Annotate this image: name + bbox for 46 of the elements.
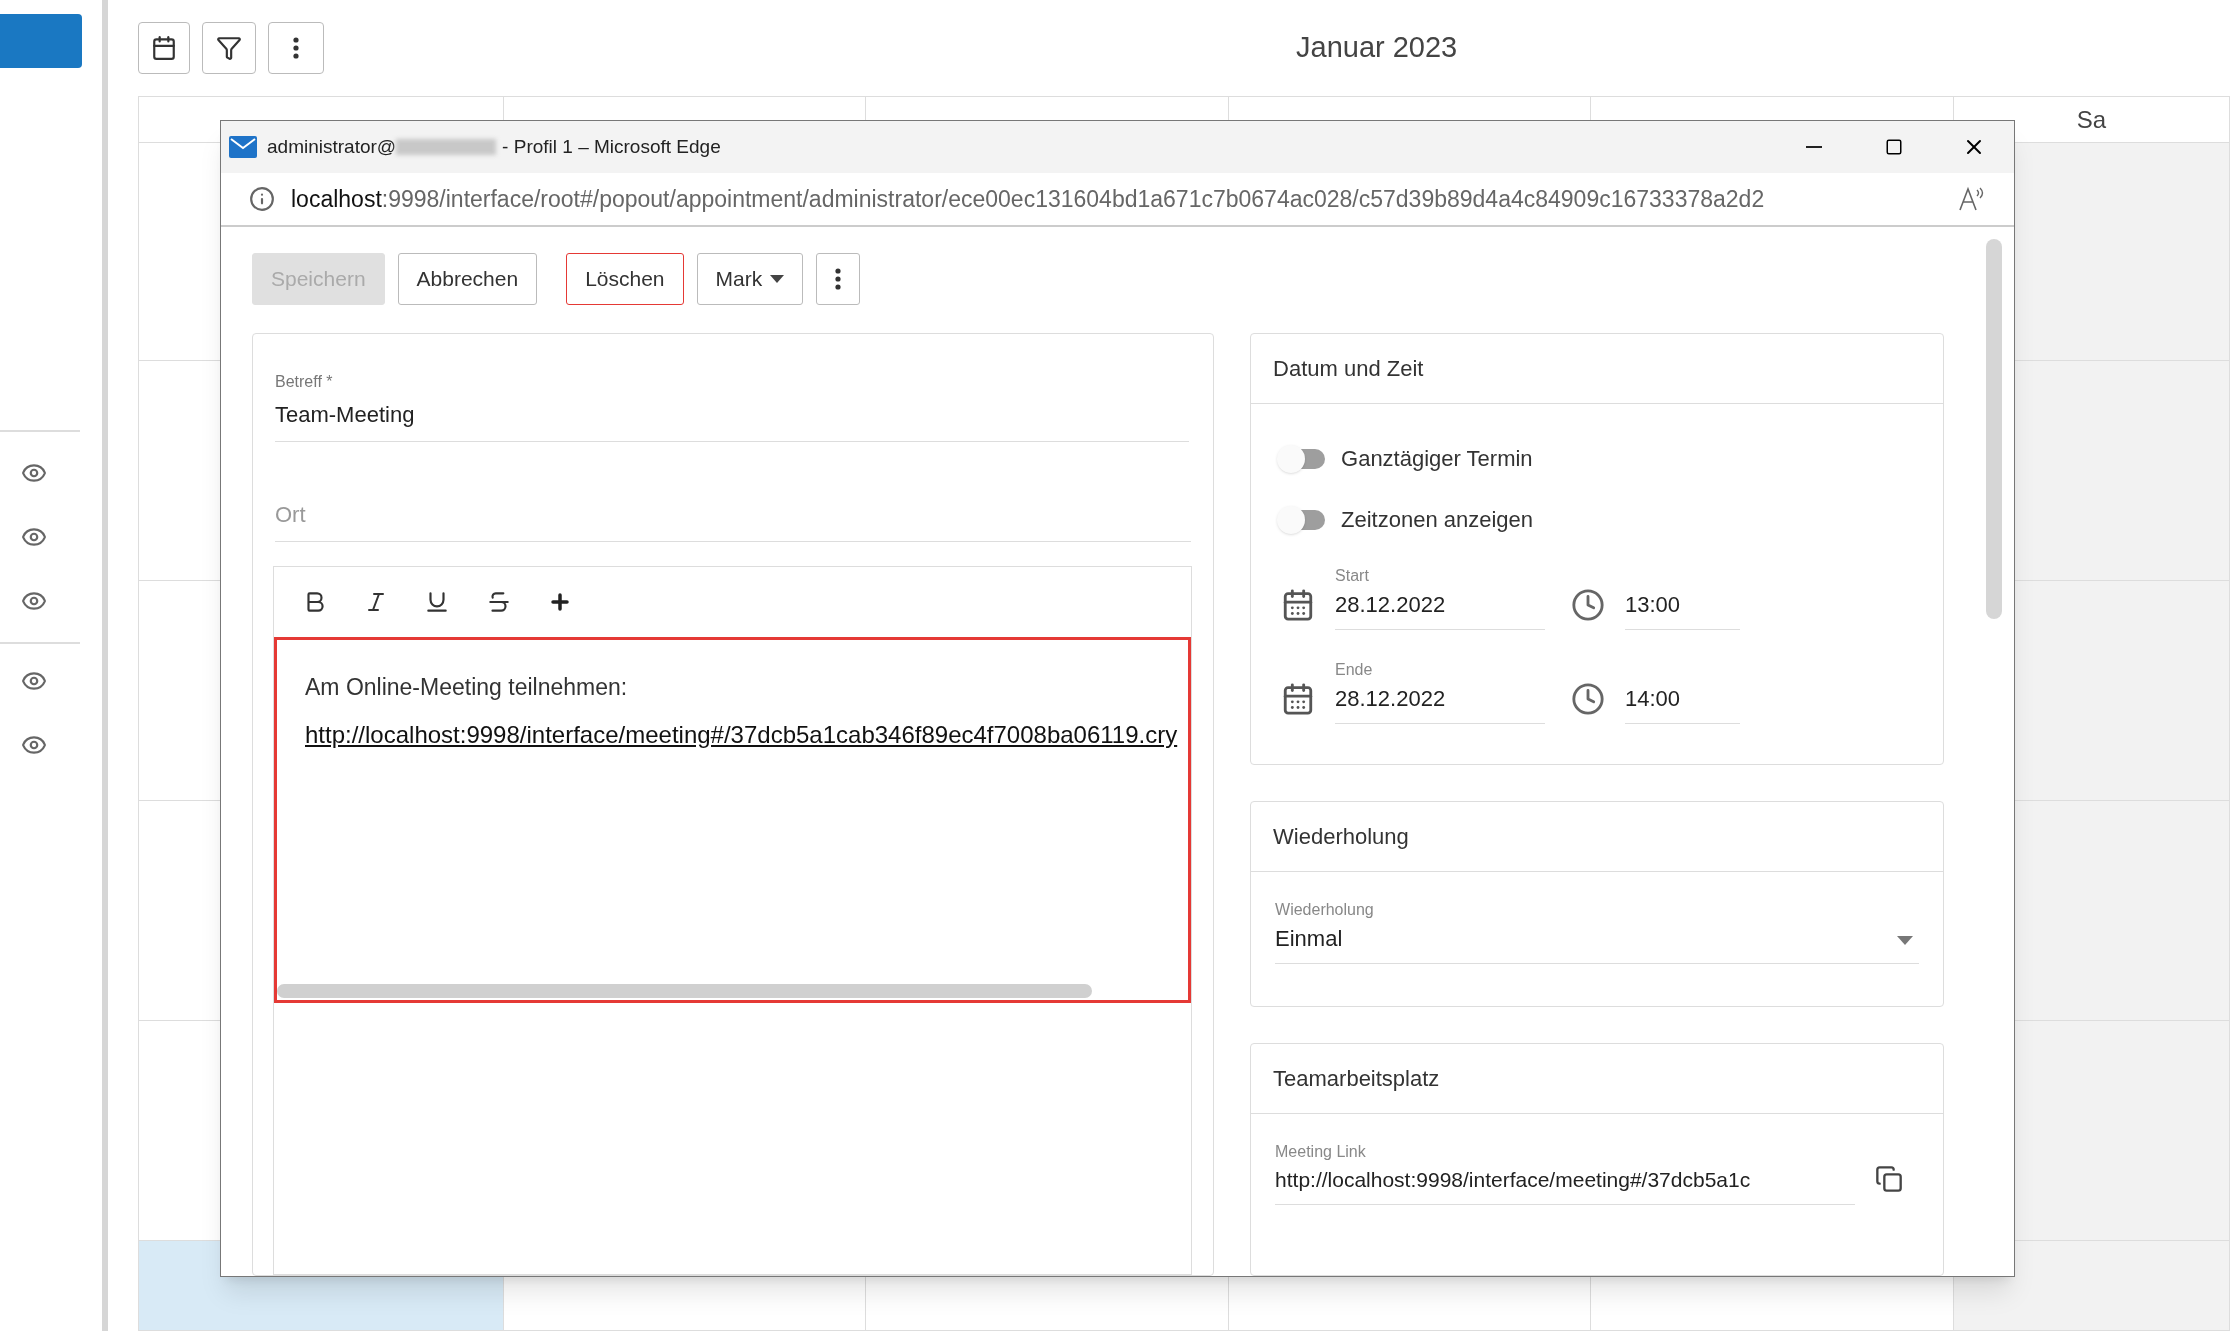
card-title: Wiederholung xyxy=(1273,823,1409,851)
read-aloud-icon[interactable] xyxy=(1958,186,1986,212)
window-title: - Profil 1 – Microsoft Edge xyxy=(502,134,721,159)
underline-icon[interactable] xyxy=(424,589,450,615)
month-title: Januar 2023 xyxy=(1296,30,1458,66)
info-icon[interactable] xyxy=(249,186,275,212)
strikethrough-icon[interactable] xyxy=(486,589,512,615)
meeting-link-field[interactable]: Meeting Link http://localhost:9998/interface/meeting#/37dcb5a1c xyxy=(1275,1140,1856,1205)
meeting-link[interactable]: http://localhost:9998/interface/meeting#/37dcb5a1cab346f89ec4f7008ba06119.cry xyxy=(305,716,1189,753)
mail-icon xyxy=(229,136,257,158)
editor-area[interactable]: Am Online-Meeting teilnehmen: http://localhost:9998/interface/meeting#/37dcb5a1cab346f89ec4f7008ba06119.cry xyxy=(274,637,1192,1003)
scrollbar[interactable] xyxy=(277,984,1092,998)
window-title: administrator@ xyxy=(267,134,397,159)
card-title: Datum und Zeit xyxy=(1273,355,1424,383)
editor-text: Am Online-Meeting teilnehmen: xyxy=(305,673,629,702)
more-button[interactable] xyxy=(816,253,861,305)
plus-icon[interactable] xyxy=(548,590,572,614)
filter-button[interactable] xyxy=(202,22,256,74)
recurrence-select[interactable]: Wiederholung Einmal xyxy=(1275,898,1919,964)
more-icon xyxy=(835,268,842,290)
date-field[interactable]: Start 28.12.2022 xyxy=(1335,564,1546,630)
calendar-cell[interactable] xyxy=(1954,1241,2230,1331)
toggle-label: Ganztägiger Termin xyxy=(1341,445,1533,473)
clock-icon[interactable] xyxy=(1571,682,1606,716)
filter-icon xyxy=(216,35,242,61)
copy-icon[interactable] xyxy=(1875,1164,1904,1193)
caret-icon xyxy=(1897,936,1913,945)
day-header: Sa xyxy=(2076,104,2107,135)
card-title: Teamarbeitsplatz xyxy=(1273,1065,1440,1093)
more-icon xyxy=(293,37,299,59)
date-field[interactable]: Ende 28.12.2022 xyxy=(1335,658,1546,724)
time-field[interactable]: 13:00 xyxy=(1625,588,1741,630)
scrollbar[interactable] xyxy=(1986,239,2002,619)
minimize-icon xyxy=(1806,146,1822,148)
maximize-icon xyxy=(1885,138,1903,156)
address-bar[interactable]: localhost:9998/interface/root#/popout/appointment/administrator/ece00ec131604bd1a671c7b0674ac028/c57d39b89d4a4c84909c16733378a2d2 xyxy=(291,181,1765,217)
calendar-icon xyxy=(151,35,177,61)
time-field[interactable]: 14:00 xyxy=(1625,682,1741,724)
toggle-label: Zeitzonen anzeigen xyxy=(1341,506,1534,534)
action-button[interactable]: Abbrechen xyxy=(397,253,538,305)
caret-icon xyxy=(770,275,785,283)
dropdown-button[interactable]: Mark xyxy=(696,253,804,305)
subject-field[interactable]: Betreff * Team-Meeting xyxy=(275,370,1190,442)
calendar-button[interactable] xyxy=(138,22,190,74)
clock-icon[interactable] xyxy=(1571,588,1606,622)
delete-button[interactable]: Löschen xyxy=(566,253,684,305)
